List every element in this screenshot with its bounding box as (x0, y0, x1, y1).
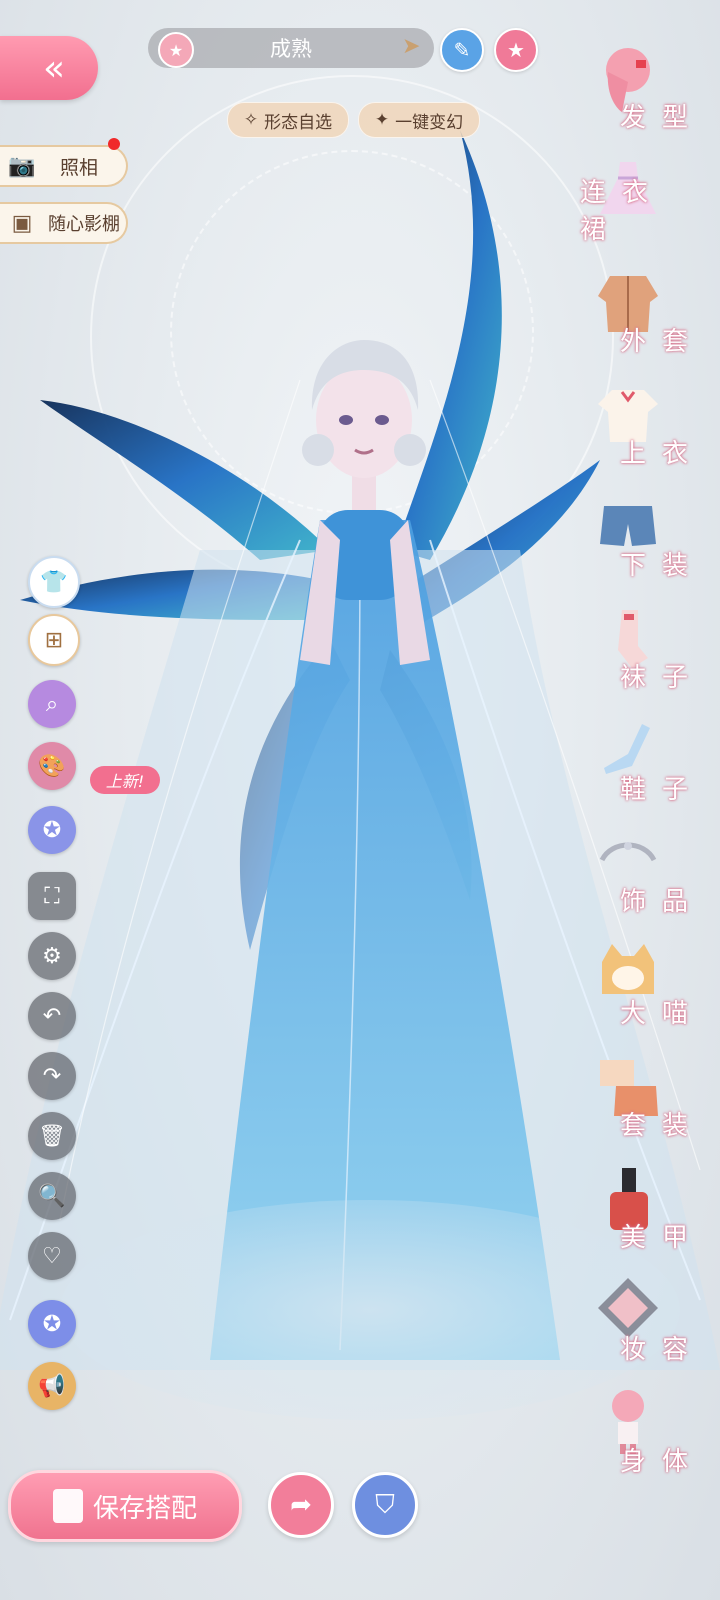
layer-add-button[interactable]: ⊞ (28, 614, 80, 666)
back-button[interactable]: « (0, 36, 98, 100)
category-nails[interactable]: 美甲 (580, 1158, 710, 1268)
category-accessory[interactable]: 饰品 (580, 822, 710, 932)
category-makeup[interactable]: 妆容 (580, 1270, 710, 1380)
palette-icon: 🎨 (38, 753, 66, 779)
save-outfit-button[interactable]: 保存搭配 (8, 1470, 242, 1542)
new-badge: 上新! (90, 766, 160, 794)
search-style-button[interactable]: ⌕ (28, 680, 76, 728)
category-socks[interactable]: 袜子 (580, 598, 710, 708)
category-label: 外套 (619, 327, 704, 357)
heart-icon: ♡ (42, 1243, 62, 1269)
category-coat[interactable]: 外套 (580, 262, 710, 372)
like-button[interactable]: ♡ (28, 1232, 76, 1280)
category-label: 美甲 (619, 1223, 704, 1253)
share-button[interactable]: ➦ (268, 1472, 334, 1538)
category-bottom[interactable]: 下装 (580, 486, 710, 596)
style-star-badge-icon: ★ (158, 32, 194, 68)
settings-button[interactable]: ⚙ (28, 932, 76, 980)
photo-label: 照相 (60, 156, 99, 179)
studio-label: 随心影棚 (48, 214, 120, 235)
category-label: 鞋子 (619, 775, 704, 805)
dress-scan-icon: ⛉ (375, 1489, 395, 1520)
photo-button[interactable]: 📷 照相 (0, 145, 128, 187)
redo-button[interactable]: ↷ (28, 1052, 76, 1100)
chevron-right-icon[interactable]: ➤ (402, 34, 420, 59)
fullscreen-button[interactable]: ⛶ (28, 872, 76, 920)
category-label: 连衣裙 (580, 178, 665, 245)
trash-icon: 🗑 (38, 1123, 66, 1149)
magnifier-swap-icon: ⌕ (45, 691, 59, 717)
style-label: 成熟 (270, 37, 312, 61)
box-icon: ▣ (11, 210, 33, 236)
category-label: 下装 (619, 551, 704, 581)
star-circle-icon: ✪ (42, 1311, 62, 1337)
category-label: 上衣 (619, 439, 704, 469)
magic-star-button[interactable]: ✪ (28, 806, 76, 854)
favorite-button[interactable]: ★ (494, 28, 538, 72)
star-sparkle-icon: ✪ (42, 817, 62, 843)
category-label: 妆容 (619, 1335, 704, 1365)
palette-button[interactable]: 🎨 (28, 742, 76, 790)
save-outfit-label: 保存搭配 (92, 1493, 197, 1524)
category-label: 身体 (619, 1447, 704, 1477)
category-hair[interactable]: 发型 (580, 38, 710, 148)
star-icon: ★ (507, 38, 525, 62)
category-label: 大喵 (619, 999, 704, 1029)
sparkle-icon: ✦ (374, 110, 390, 130)
gear-icon: ⚙ (42, 943, 62, 969)
category-label: 套装 (619, 1111, 704, 1141)
camera-icon: 📷 (8, 153, 36, 179)
fullscreen-icon: ⛶ (44, 883, 60, 909)
category-label: 饰品 (619, 887, 704, 917)
wand-icon: ✧ (243, 110, 259, 130)
undo-icon: ↶ (42, 1003, 62, 1029)
form-select-chip[interactable]: ✧ 形态自选 (227, 102, 349, 138)
one-key-transform-chip[interactable]: ✦ 一键变幻 (358, 102, 480, 138)
pencil-icon: ✎ (453, 38, 471, 62)
studio-button[interactable]: ▣ 随心影棚 (0, 202, 128, 244)
category-dress[interactable]: 连衣裙 (580, 150, 710, 260)
layer-add-icon: ⊞ (44, 627, 64, 653)
category-outfit-set[interactable]: 套装 (580, 1046, 710, 1156)
double-chevron-left-icon: « (42, 47, 65, 89)
megaphone-icon: 📢 (38, 1373, 66, 1399)
category-label: 袜子 (619, 663, 704, 693)
document-stack-icon (52, 1489, 83, 1523)
category-label: 发型 (619, 103, 704, 133)
category-top[interactable]: 上衣 (580, 374, 710, 484)
redo-icon: ↷ (42, 1063, 62, 1089)
edit-button[interactable]: ✎ (440, 28, 484, 72)
search-icon: 🔍 (38, 1183, 66, 1209)
star-badge-button[interactable]: ✪ (28, 1300, 76, 1348)
form-select-label: 形态自选 (264, 112, 333, 133)
undo-button[interactable]: ↶ (28, 992, 76, 1040)
category-cat[interactable]: 大喵 (580, 934, 710, 1044)
category-body[interactable]: 身体 (580, 1382, 710, 1492)
one-key-transform-label: 一键变幻 (395, 112, 464, 133)
wardrobe-button[interactable]: 👕 (28, 556, 80, 608)
clothes-icon: 👕 (40, 569, 68, 595)
outfit-scan-button[interactable]: ⛉ (352, 1472, 418, 1538)
notification-dot (108, 138, 120, 150)
delete-button[interactable]: 🗑 (28, 1112, 76, 1160)
share-icon: ➦ (290, 1490, 312, 1520)
announcement-button[interactable]: 📢 (28, 1362, 76, 1410)
zoom-button[interactable]: 🔍 (28, 1172, 76, 1220)
category-shoes[interactable]: 鞋子 (580, 710, 710, 820)
